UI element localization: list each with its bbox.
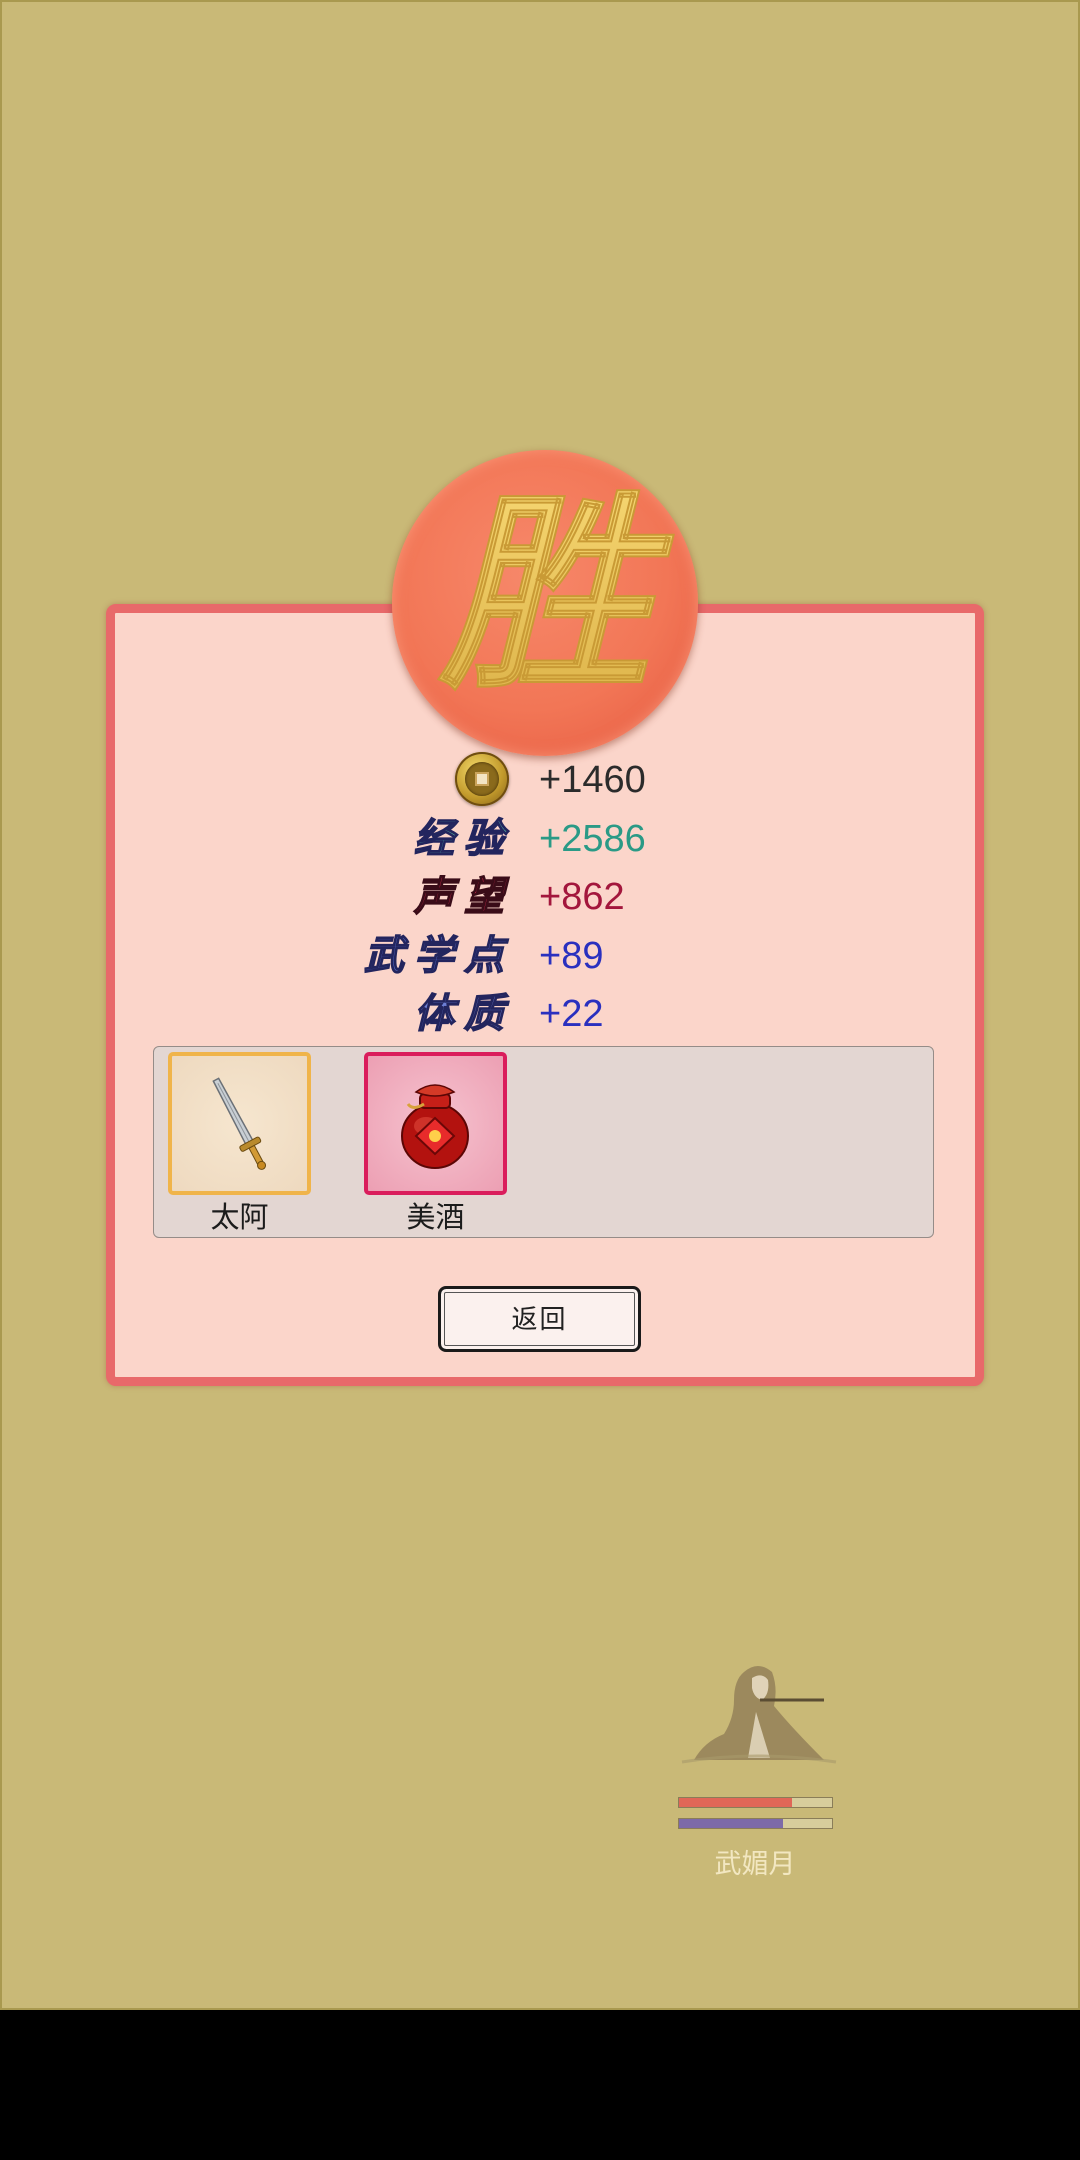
character-mp-bar	[678, 1818, 833, 1829]
character-hp-bar	[678, 1797, 833, 1808]
martial-points-value: +89	[539, 935, 604, 977]
item-name-wine: 美酒	[406, 1202, 465, 1234]
item-slot-sword[interactable]	[168, 1052, 311, 1195]
item-name-sword: 太阿	[210, 1202, 269, 1234]
wine-jar-icon	[401, 1084, 469, 1169]
bottom-black-bar	[0, 2010, 1080, 2160]
character-hp-fill	[679, 1798, 793, 1807]
coin-value: +1460	[539, 759, 646, 801]
victory-badge: 胜	[392, 450, 698, 756]
character-name: 武媚月	[714, 1849, 796, 1879]
martial-points-label: 武学点	[363, 931, 514, 979]
reward-row-coin: +1460	[0, 752, 1080, 808]
svg-text:胜: 胜	[438, 471, 674, 718]
character-mp-fill	[679, 1819, 784, 1828]
prestige-value: +862	[539, 876, 625, 918]
reward-row-martial-points: 武学点 +89	[0, 928, 1080, 984]
victory-glyph: 胜	[437, 470, 675, 719]
reward-row-prestige: 声望 +862	[0, 869, 1080, 925]
prestige-label: 声望	[413, 872, 514, 920]
back-button[interactable]: 返回	[438, 1286, 641, 1352]
sword-icon	[212, 1077, 267, 1170]
item-slot-wine[interactable]	[364, 1052, 507, 1195]
experience-label: 经验	[413, 814, 514, 862]
constitution-value: +22	[539, 993, 604, 1035]
experience-value: +2586	[539, 818, 646, 860]
reward-row-constitution: 体质 +22	[0, 986, 1080, 1042]
flute-player-portrait	[674, 1658, 838, 1774]
reward-row-experience: 经验 +2586	[0, 811, 1080, 867]
constitution-label: 体质	[413, 989, 514, 1037]
